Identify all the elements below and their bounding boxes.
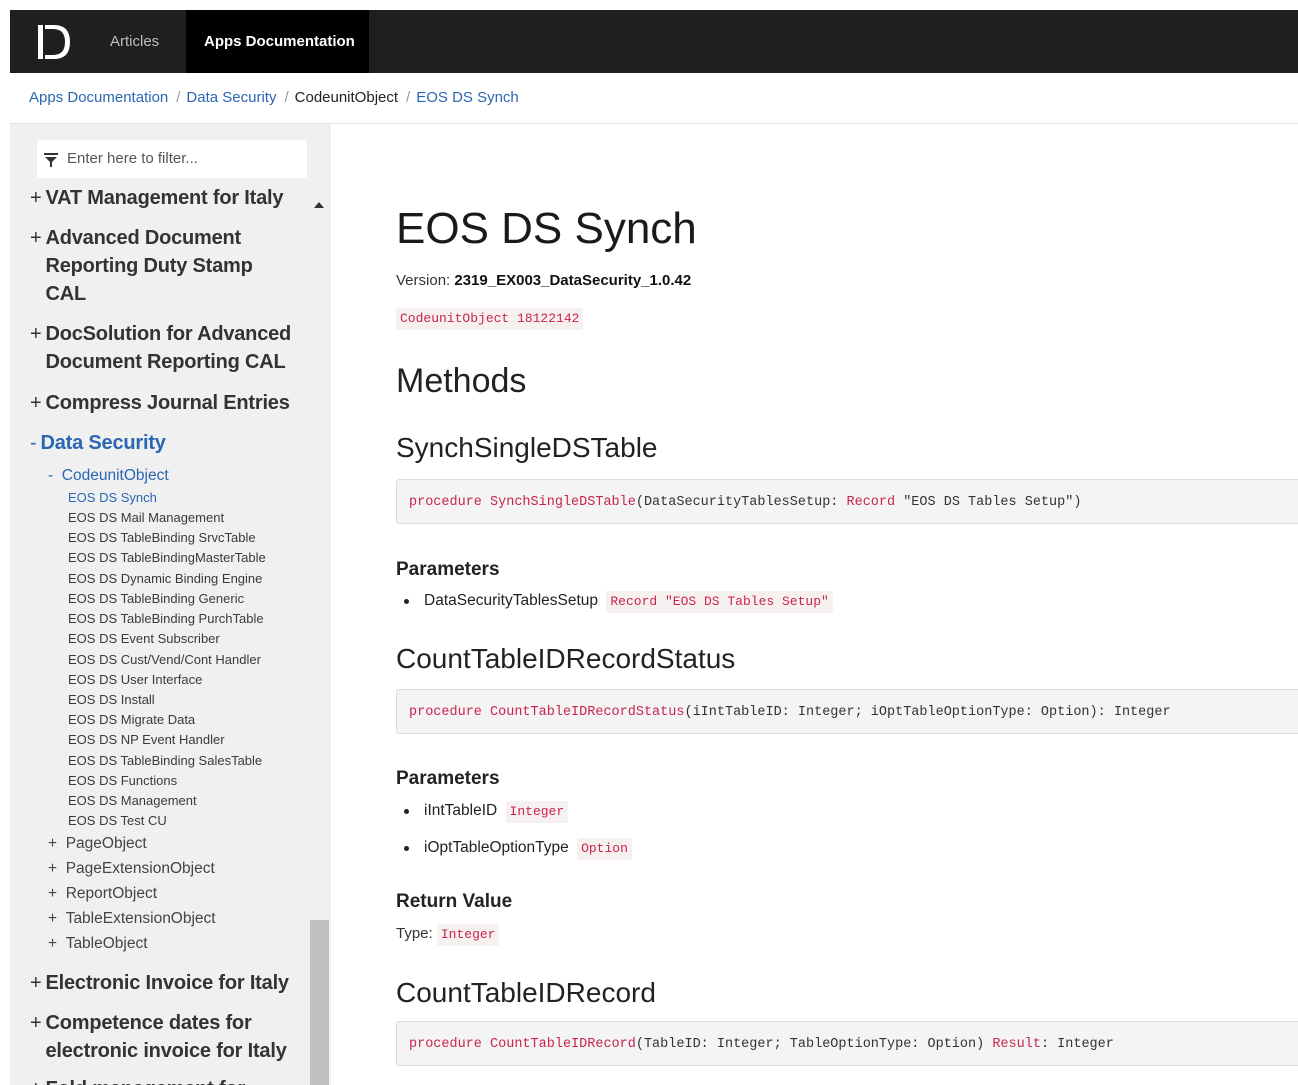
parameter-type-tag: Record "EOS DS Tables Setup" — [606, 591, 833, 613]
sidebar-subitem-tableobject[interactable]: + TableObject — [48, 932, 148, 956]
methods-heading: Methods — [396, 362, 527, 400]
sidebar-item-electronic-invoice-italy[interactable]: + Electronic Invoice for Italy — [30, 969, 289, 997]
sidebar-leaf[interactable]: EOS DS Install — [68, 690, 155, 710]
sidebar-leaf[interactable]: EOS DS Cust/Vend/Cont Handler — [68, 650, 261, 670]
sidebar-leaf[interactable]: EOS DS Management — [68, 791, 197, 811]
breadcrumb-separator: / — [176, 89, 181, 106]
sidebar-subitem-pageextensionobject[interactable]: + PageExtensionObject — [48, 857, 215, 881]
sidebar-item-docsolution[interactable]: + DocSolution for Advanced Document Report… — [30, 320, 291, 376]
method-signature-code: procedure CountTableIDRecord(TableID: In… — [396, 1021, 1298, 1066]
brand-logo-icon[interactable] — [34, 23, 74, 61]
sidebar-item-data-security[interactable]: - Data Security — [30, 429, 166, 457]
breadcrumb-separator: / — [284, 89, 289, 106]
sidebar: + VAT Management for Italy + Advanced Docu… — [10, 124, 331, 1085]
nav-apps-documentation-link[interactable]: Apps Documentation — [186, 10, 369, 73]
sidebar-subitem-tableextensionobject[interactable]: + TableExtensionObject — [48, 907, 216, 931]
parameter-item: iIntTableID Integer — [403, 801, 569, 823]
breadcrumb-data-security[interactable]: Data Security — [186, 73, 276, 123]
sidebar-leaf[interactable]: EOS DS TableBinding Generic — [68, 589, 244, 609]
sidebar-item-advanced-document-duty-stamp[interactable]: + Advanced Document Reporting Duty Stamp CA… — [30, 224, 253, 308]
return-type-tag: Integer — [436, 924, 500, 946]
version-label: Version: — [396, 272, 451, 289]
object-tag: CodeunitObject 18122142 — [396, 308, 584, 330]
sidebar-item-compress-journal-entries[interactable]: + Compress Journal Entries — [30, 389, 290, 417]
sidebar-leaf[interactable]: EOS DS NP Event Handler — [68, 730, 225, 750]
sidebar-leaf[interactable]: EOS DS TableBinding SalesTable — [68, 751, 262, 771]
return-type-line: Type: Integer — [396, 924, 500, 946]
sidebar-leaf[interactable]: EOS DS Mail Management — [68, 508, 224, 528]
breadcrumb-eos-ds-synch[interactable]: EOS DS Synch — [416, 73, 519, 123]
scroll-up-arrow-icon[interactable] — [314, 202, 324, 208]
parameter-item: DataSecurityTablesSetup Record "EOS DS T… — [404, 591, 833, 613]
sidebar-item-competence-dates[interactable]: + Competence dates for electronic invoice … — [30, 1009, 287, 1065]
sidebar-leaf[interactable]: EOS DS TableBindingMasterTable — [68, 548, 266, 568]
sidebar-leaf-eos-ds-synch[interactable]: EOS DS Synch — [68, 488, 157, 508]
sidebar-subitem-codeunitobject[interactable]: - CodeunitObject — [48, 464, 169, 488]
method-heading-synchsingledstable: SynchSingleDSTable — [396, 432, 658, 463]
filter-placeholder: Enter here to filter... — [67, 150, 198, 167]
method-signature-code: procedure CountTableIDRecordStatus(iIntT… — [396, 689, 1298, 734]
filter-icon — [44, 153, 58, 167]
parameters-heading: Parameters — [396, 559, 500, 580]
sidebar-leaf[interactable]: EOS DS Test CU — [68, 811, 167, 831]
parameter-item: iOptTableOptionType Option — [404, 838, 632, 860]
sidebar-item-vat-management[interactable]: + VAT Management for Italy — [30, 184, 284, 212]
sidebar-leaf[interactable]: EOS DS Dynamic Binding Engine — [68, 569, 262, 589]
sidebar-subitem-pageobject[interactable]: + PageObject — [48, 832, 147, 856]
sidebar-leaf[interactable]: EOS DS TableBinding PurchTable — [68, 609, 264, 629]
sidebar-subitem-reportobject[interactable]: + ReportObject — [48, 882, 157, 906]
version-value: 2319_EX003_DataSecurity_1.0.42 — [454, 272, 692, 289]
parameter-type-tag: Integer — [505, 801, 569, 823]
sidebar-scrollbar-thumb[interactable] — [310, 920, 329, 1085]
return-value-heading: Return Value — [396, 891, 513, 912]
sidebar-filter-input[interactable]: Enter here to filter... — [37, 140, 307, 178]
top-nav-bar: Articles Apps Documentation — [10, 10, 1298, 73]
sidebar-leaf[interactable]: EOS DS Event Subscriber — [68, 629, 220, 649]
sidebar-leaf[interactable]: EOS DS TableBinding SrvcTable — [68, 528, 256, 548]
nav-articles-link[interactable]: Articles — [92, 10, 177, 73]
method-heading-counttableidrecord: CountTableIDRecord — [396, 977, 656, 1008]
breadcrumb-separator: / — [406, 89, 411, 106]
sidebar-item-fold-management[interactable]: +Fold management for — [30, 1075, 245, 1085]
sidebar-leaf[interactable]: EOS DS Functions — [68, 771, 177, 791]
breadcrumb-apps-documentation[interactable]: Apps Documentation — [29, 73, 168, 123]
page-title: EOS DS Synch — [396, 204, 697, 253]
breadcrumb: Apps Documentation / Data Security / Codeuni… — [10, 73, 1298, 124]
breadcrumb-codeunitobject: CodeunitObject — [294, 89, 399, 106]
sidebar-leaf[interactable]: EOS DS User Interface — [68, 670, 202, 690]
parameters-heading: Parameters — [396, 768, 500, 789]
parameter-type-tag: Option — [577, 838, 632, 860]
version-line: Version: 2319_EX003_DataSecurity_1.0.42 — [396, 272, 691, 289]
method-heading-counttableidrecordstatus: CountTableIDRecordStatus — [396, 643, 736, 674]
sidebar-leaf[interactable]: EOS DS Migrate Data — [68, 710, 195, 730]
method-signature-code: procedure SynchSingleDSTable(DataSecurit… — [396, 479, 1298, 524]
